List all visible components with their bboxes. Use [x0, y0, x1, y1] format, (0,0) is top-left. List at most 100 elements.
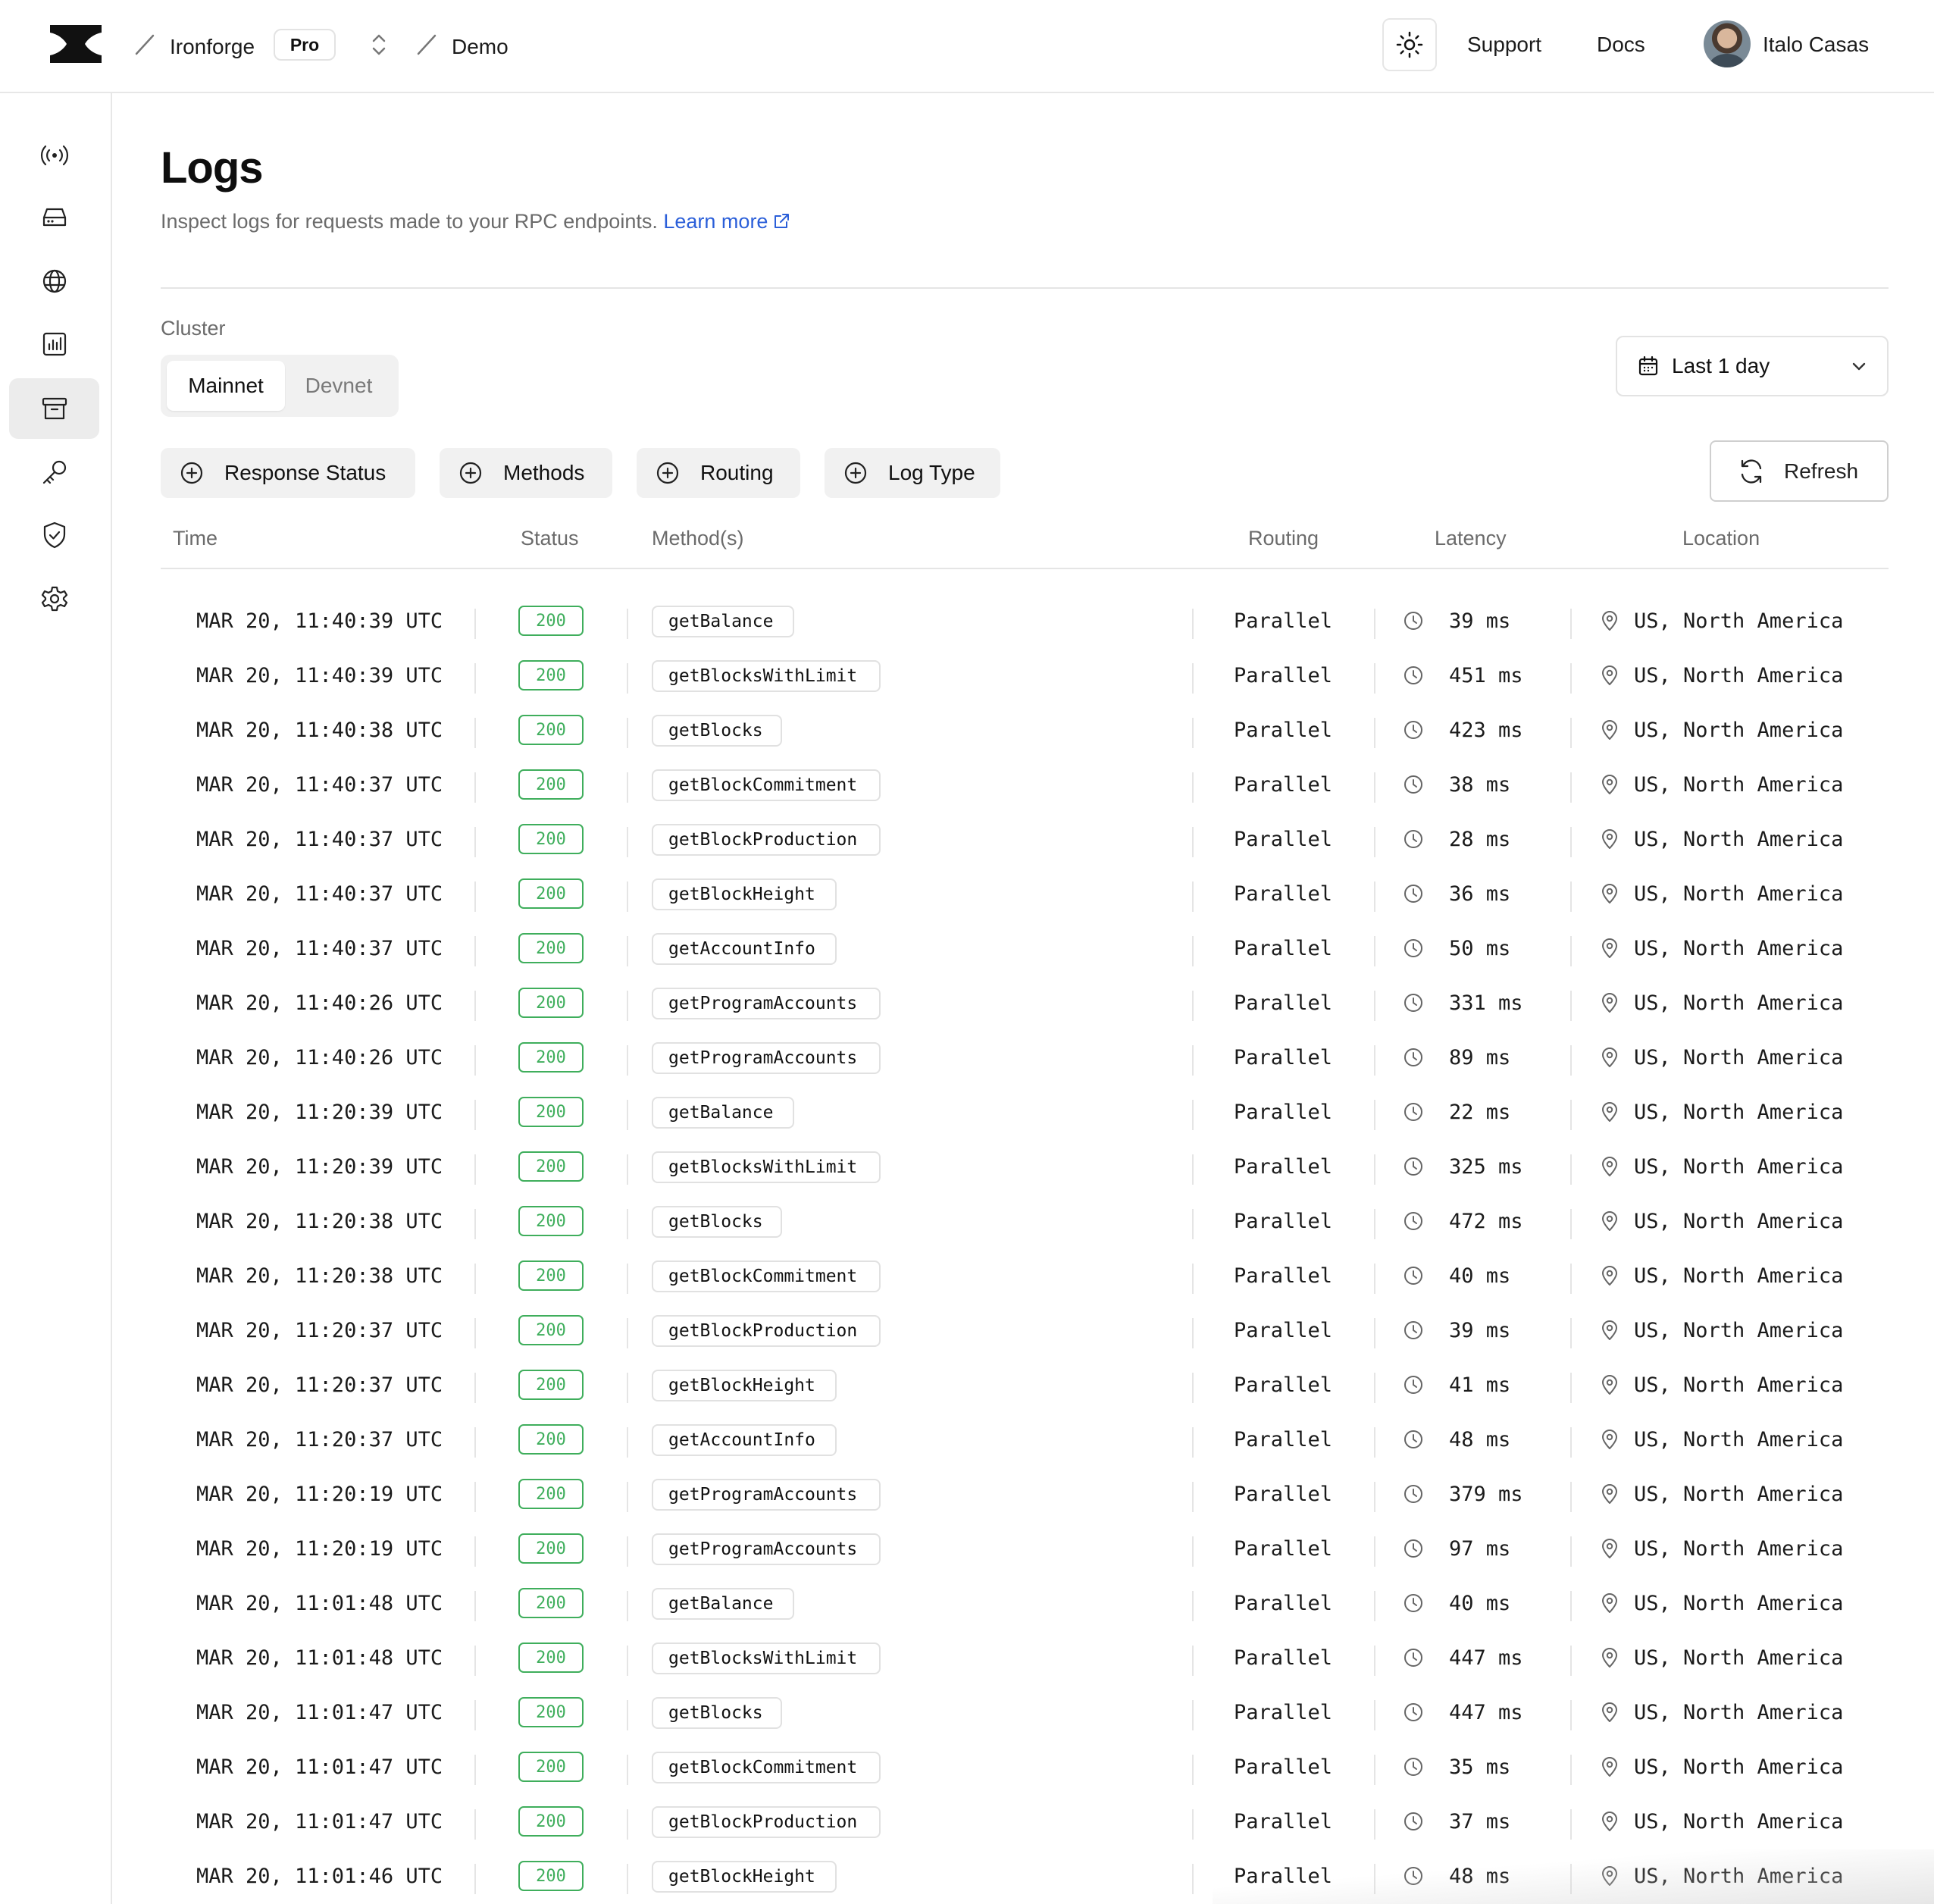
column-location[interactable]: Location: [1682, 527, 1760, 550]
method-badge[interactable]: getBalance: [652, 1097, 794, 1129]
method-badge[interactable]: getProgramAccounts: [652, 988, 881, 1019]
cluster-option-devnet[interactable]: Devnet: [285, 361, 393, 411]
location-value: US, North America: [1634, 936, 1844, 960]
table-row[interactable]: MAR 20, 11:20:19 UTC 200 getProgramAccount…: [161, 1467, 1889, 1521]
clock-icon: [1404, 1867, 1422, 1885]
column-time[interactable]: Time: [173, 527, 217, 550]
cell-divider: [1570, 1700, 1572, 1730]
method-badge[interactable]: getBalance: [652, 1588, 794, 1620]
breadcrumb-project[interactable]: Demo: [452, 0, 509, 93]
method-badge[interactable]: getBlocksWithLimit: [652, 660, 881, 692]
table-row[interactable]: MAR 20, 11:01:46 UTC 200 getBlockHeight Par…: [161, 1849, 1889, 1903]
table-row[interactable]: MAR 20, 11:40:26 UTC 200 getProgramAccount…: [161, 1030, 1889, 1085]
method-badge[interactable]: getBlockHeight: [652, 878, 837, 910]
method-badge[interactable]: getBlockCommitment: [652, 1752, 881, 1783]
sidebar-item-settings[interactable]: [9, 568, 99, 629]
cell-divider: [627, 1427, 628, 1458]
column-methods[interactable]: Method(s): [652, 527, 744, 550]
table-row[interactable]: MAR 20, 11:40:39 UTC 200 getBlocksWithLimi…: [161, 648, 1889, 703]
table-row[interactable]: MAR 20, 11:20:37 UTC 200 getAccountInfo Par…: [161, 1412, 1889, 1467]
method-badge[interactable]: getBlocks: [652, 1697, 782, 1729]
status-badge: 200: [518, 1260, 584, 1291]
map-pin-icon: [1602, 1157, 1617, 1176]
method-badge[interactable]: getBlocks: [652, 1206, 782, 1238]
filter-response-status-button[interactable]: Response Status: [161, 448, 415, 498]
method-badge[interactable]: getBlockProduction: [652, 1315, 881, 1347]
method-badge[interactable]: getBlocksWithLimit: [652, 1643, 881, 1674]
table-row[interactable]: MAR 20, 11:20:39 UTC 200 getBalance Paralle…: [161, 1085, 1889, 1139]
cell-divider: [1192, 1646, 1194, 1676]
refresh-button[interactable]: Refresh: [1710, 440, 1889, 502]
method-badge[interactable]: getBlockCommitment: [652, 769, 881, 801]
filter-methods-button[interactable]: Methods: [440, 448, 612, 498]
table-row[interactable]: MAR 20, 11:40:38 UTC 200 getBlocks Parallel…: [161, 703, 1889, 757]
cell-divider: [474, 1864, 476, 1894]
clock-icon: [1404, 1321, 1422, 1339]
cluster-option-mainnet[interactable]: Mainnet: [167, 361, 285, 411]
sidebar-item-nodes[interactable]: [9, 187, 99, 248]
table-row[interactable]: MAR 20, 11:20:37 UTC 200 getBlockHeight Par…: [161, 1358, 1889, 1412]
table-row[interactable]: MAR 20, 11:40:26 UTC 200 getProgramAccount…: [161, 975, 1889, 1030]
table-row[interactable]: MAR 20, 11:40:37 UTC 200 getBlockProductio…: [161, 812, 1889, 866]
method-badge[interactable]: getAccountInfo: [652, 933, 837, 965]
table-row[interactable]: MAR 20, 11:40:39 UTC 200 getBalance Paralle…: [161, 593, 1889, 648]
docs-link[interactable]: Docs: [1597, 0, 1645, 89]
method-badge[interactable]: getBlockProduction: [652, 1806, 881, 1838]
cell-divider: [1570, 1264, 1572, 1294]
learn-more-link[interactable]: Learn more: [663, 210, 790, 233]
cell-divider: [627, 1373, 628, 1403]
method-badge[interactable]: getBlocks: [652, 715, 782, 747]
routing-value: Parallel: [1234, 1755, 1333, 1779]
cell-divider: [627, 1154, 628, 1185]
method-badge[interactable]: getProgramAccounts: [652, 1042, 881, 1074]
method-badge[interactable]: getBlockProduction: [652, 824, 881, 856]
method-badge[interactable]: getBlockCommitment: [652, 1260, 881, 1292]
method-badge[interactable]: getBlocksWithLimit: [652, 1151, 881, 1183]
method-badge[interactable]: getProgramAccounts: [652, 1533, 881, 1565]
sidebar-item-api-keys[interactable]: [9, 442, 99, 503]
ironforge-logo-icon[interactable]: [50, 25, 102, 63]
table-row[interactable]: MAR 20, 11:20:19 UTC 200 getProgramAccount…: [161, 1521, 1889, 1576]
user-name[interactable]: Italo Casas: [1763, 0, 1869, 89]
sidebar-item-endpoints[interactable]: [9, 125, 99, 186]
table-row[interactable]: MAR 20, 11:20:39 UTC 200 getBlocksWithLimi…: [161, 1139, 1889, 1194]
filter-log-type-button[interactable]: Log Type: [825, 448, 1000, 498]
method-badge[interactable]: getProgramAccounts: [652, 1479, 881, 1511]
method-badge[interactable]: getAccountInfo: [652, 1424, 837, 1456]
table-row[interactable]: MAR 20, 11:40:37 UTC 200 getBlockHeight Par…: [161, 866, 1889, 921]
table-row[interactable]: MAR 20, 11:40:37 UTC 200 getAccountInfo Par…: [161, 921, 1889, 975]
method-badge[interactable]: getBalance: [652, 606, 794, 637]
sidebar-item-logs[interactable]: [9, 378, 99, 439]
table-row[interactable]: MAR 20, 11:01:47 UTC 200 getBlockCommitmen…: [161, 1740, 1889, 1794]
table-row[interactable]: MAR 20, 11:20:37 UTC 200 getBlockProductio…: [161, 1303, 1889, 1358]
table-row[interactable]: MAR 20, 11:40:37 UTC 200 getBlockCommitmen…: [161, 757, 1889, 812]
chevron-up-down-icon[interactable]: [368, 33, 390, 57]
cell-divider: [1374, 1100, 1375, 1130]
routing-value: Parallel: [1234, 1318, 1333, 1342]
table-row[interactable]: MAR 20, 11:01:48 UTC 200 getBalance Paralle…: [161, 1576, 1889, 1630]
avatar[interactable]: [1704, 20, 1751, 67]
table-row[interactable]: MAR 20, 11:20:38 UTC 200 getBlocks Parallel…: [161, 1194, 1889, 1248]
theme-toggle-button[interactable]: [1382, 18, 1437, 71]
table-row[interactable]: MAR 20, 11:01:48 UTC 200 getBlocksWithLimi…: [161, 1630, 1889, 1685]
column-status[interactable]: Status: [521, 527, 579, 550]
method-badge[interactable]: getBlockHeight: [652, 1370, 837, 1401]
time-range-select[interactable]: Last 1 day: [1616, 336, 1889, 396]
method-badge[interactable]: getBlockHeight: [652, 1861, 837, 1893]
cell-divider: [1374, 1482, 1375, 1512]
table-row[interactable]: MAR 20, 11:20:38 UTC 200 getBlockCommitmen…: [161, 1248, 1889, 1303]
table-row[interactable]: MAR 20, 11:01:47 UTC 200 getBlocks Parallel…: [161, 1685, 1889, 1740]
column-routing[interactable]: Routing: [1248, 527, 1319, 550]
table-row[interactable]: MAR 20, 11:01:47 UTC 200 getBlockProductio…: [161, 1794, 1889, 1849]
filter-routing-button[interactable]: Routing: [637, 448, 800, 498]
sidebar-item-security[interactable]: [9, 505, 99, 565]
log-time: MAR 20, 11:40:26 UTC: [196, 1045, 443, 1069]
column-latency[interactable]: Latency: [1435, 527, 1507, 550]
sidebar-item-analytics[interactable]: [9, 314, 99, 374]
latency-value: 50 ms: [1449, 936, 1511, 960]
clock-icon: [1404, 1157, 1422, 1176]
sidebar-item-network[interactable]: [9, 251, 99, 312]
breadcrumb-org[interactable]: Ironforge: [170, 0, 255, 93]
support-link[interactable]: Support: [1467, 0, 1541, 89]
cell-divider: [1570, 1809, 1572, 1840]
